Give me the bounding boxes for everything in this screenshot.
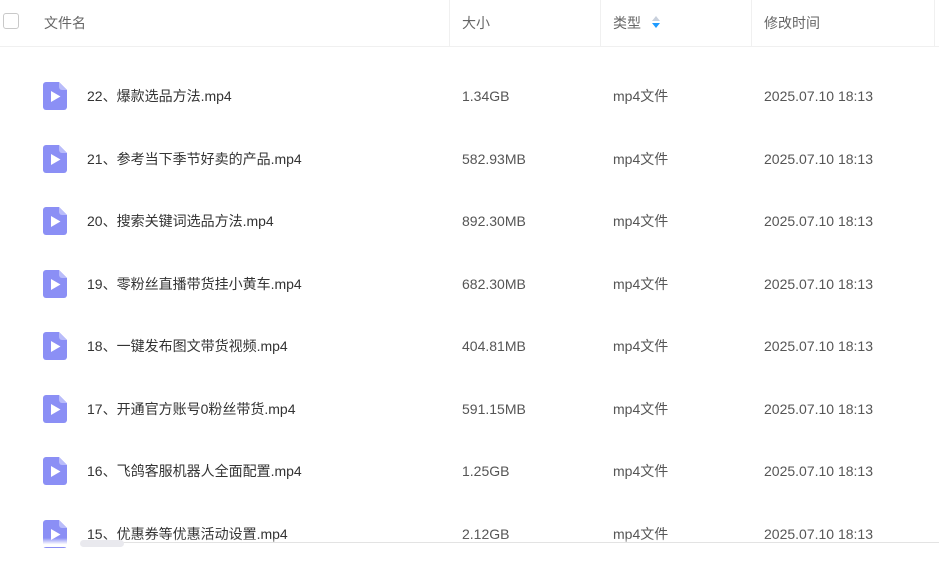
video-file-icon	[43, 394, 67, 423]
file-size: 404.81MB	[462, 338, 526, 354]
column-divider[interactable]	[449, 0, 450, 46]
file-row[interactable]: 20、搜索关键词选品方法.mp4 892.30MB mp4文件 2025.07.10 …	[0, 190, 939, 252]
video-file-icon	[43, 144, 67, 173]
video-file-icon	[43, 332, 67, 360]
file-size: 682.30MB	[462, 275, 526, 292]
file-type: mp4文件	[613, 525, 669, 542]
file-modified-time: 2025.07.10 18:13	[764, 338, 873, 354]
sort-descending-icon[interactable]	[652, 16, 660, 30]
column-divider[interactable]	[934, 0, 935, 46]
file-row[interactable]: 17、开通官方账号0粉丝带货.mp4 591.15MB mp4文件 2025.07.1…	[0, 378, 939, 440]
file-modified-time: 2025.07.10 18:13	[764, 400, 873, 417]
file-type: mp4文件	[613, 150, 669, 167]
file-name[interactable]: 18、一键发布图文带货视频.mp4	[87, 315, 288, 377]
column-header-modified[interactable]: 修改时间	[764, 0, 820, 46]
file-size: 1.34GB	[462, 88, 510, 104]
file-modified-time: 2025.07.10 18:13	[764, 213, 873, 229]
file-type: mp4文件	[613, 88, 669, 104]
file-modified-time: 2025.07.10 18:13	[764, 275, 873, 292]
select-all-checkbox[interactable]	[3, 13, 19, 29]
file-type: mp4文件	[613, 463, 669, 479]
file-modified-time: 2025.07.10 18:13	[764, 525, 873, 542]
file-size: 2.12GB	[462, 525, 510, 542]
file-row[interactable]: 21、参考当下季节好卖的产品.mp4 582.93MB mp4文件 2025.07.1…	[0, 128, 939, 190]
file-modified-time: 2025.07.10 18:13	[764, 88, 873, 104]
file-modified-time: 2025.07.10 18:13	[764, 150, 873, 167]
file-name[interactable]: 17、开通官方账号0粉丝带货.mp4	[87, 378, 295, 440]
file-modified-time: 2025.07.10 18:13	[764, 463, 873, 479]
file-name[interactable]: 21、参考当下季节好卖的产品.mp4	[87, 128, 302, 190]
file-name[interactable]: 15、优惠券等优惠活动设置.mp4	[87, 503, 288, 565]
column-header-size[interactable]: 大小	[462, 0, 490, 46]
column-header-type[interactable]: 类型	[613, 0, 660, 46]
file-row[interactable]: 16、飞鸽客服机器人全面配置.mp4 1.25GB mp4文件 2025.07.10 …	[0, 440, 939, 502]
file-name[interactable]: 19、零粉丝直播带货挂小黄车.mp4	[87, 253, 302, 315]
file-name[interactable]: 16、飞鸽客服机器人全面配置.mp4	[87, 440, 302, 502]
file-name[interactable]: 20、搜索关键词选品方法.mp4	[87, 190, 274, 252]
file-type: mp4文件	[613, 338, 669, 354]
column-divider[interactable]	[600, 0, 601, 46]
file-size: 582.93MB	[462, 150, 526, 167]
horizontal-scroll-track[interactable]	[90, 542, 939, 543]
file-row[interactable]: 15、优惠券等优惠活动设置.mp4 2.12GB mp4文件 2025.07.10 1…	[0, 503, 939, 565]
file-list-header: 文件名 大小 类型 修改时间	[0, 0, 939, 47]
file-row[interactable]: 22、爆款选品方法.mp4 1.34GB mp4文件 2025.07.10 18:13	[0, 65, 939, 127]
video-file-icon	[43, 207, 67, 235]
video-file-icon	[43, 269, 67, 298]
file-row[interactable]: 18、一键发布图文带货视频.mp4 404.81MB mp4文件 2025.07.10…	[0, 315, 939, 377]
column-divider[interactable]	[751, 0, 752, 46]
file-name[interactable]: 22、爆款选品方法.mp4	[87, 65, 232, 127]
horizontal-scroll-thumb[interactable]	[80, 540, 124, 547]
file-row[interactable]: 19、零粉丝直播带货挂小黄车.mp4 682.30MB mp4文件 2025.07.1…	[0, 253, 939, 315]
column-header-type-label: 类型	[613, 15, 641, 31]
file-type: mp4文件	[613, 400, 669, 417]
file-type: mp4文件	[613, 275, 669, 292]
file-size: 1.25GB	[462, 463, 510, 479]
file-size: 892.30MB	[462, 213, 526, 229]
file-size: 591.15MB	[462, 400, 526, 417]
video-file-icon	[43, 82, 67, 110]
video-file-icon	[43, 457, 67, 485]
file-type: mp4文件	[613, 213, 669, 229]
column-header-name[interactable]: 文件名	[44, 0, 86, 46]
